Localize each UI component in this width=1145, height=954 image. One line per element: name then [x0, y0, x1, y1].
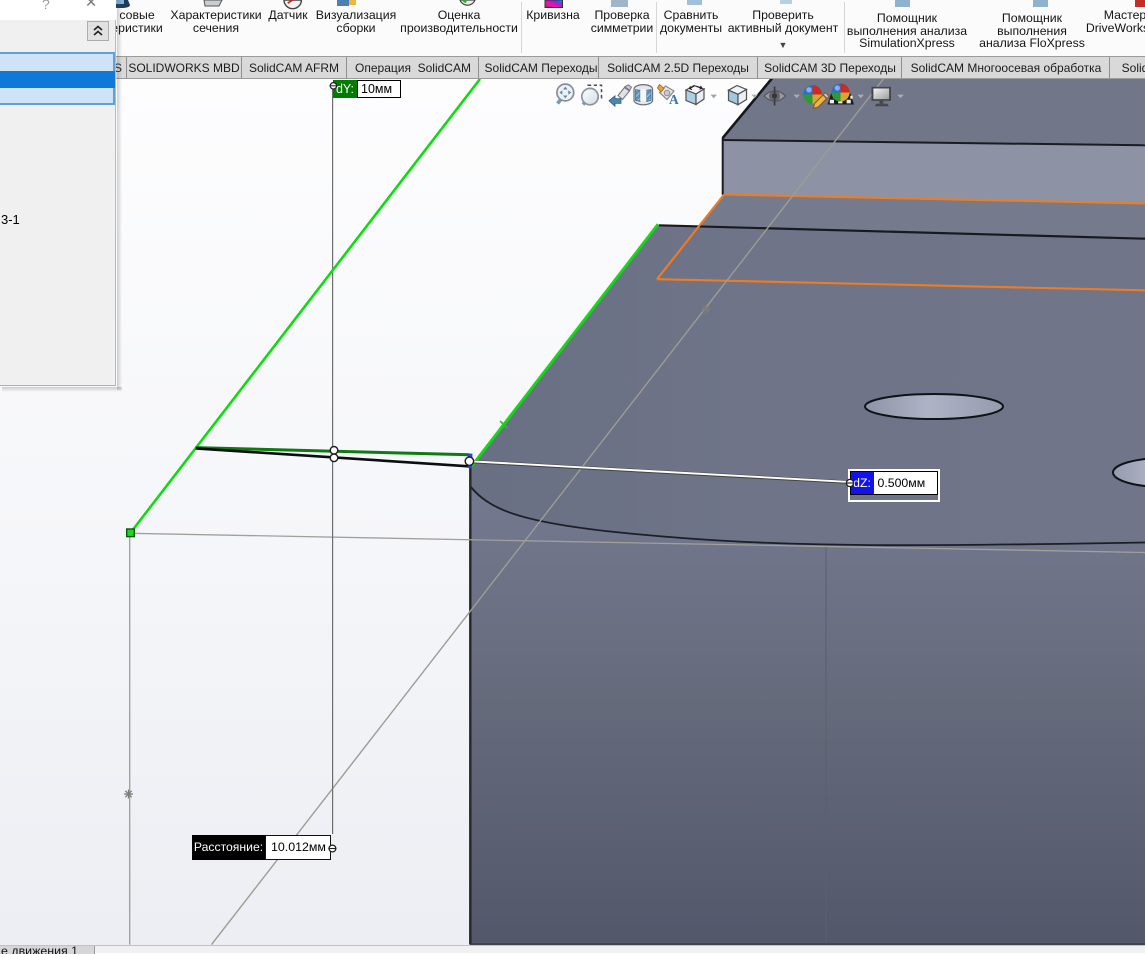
svg-text:A: A: [669, 92, 679, 107]
